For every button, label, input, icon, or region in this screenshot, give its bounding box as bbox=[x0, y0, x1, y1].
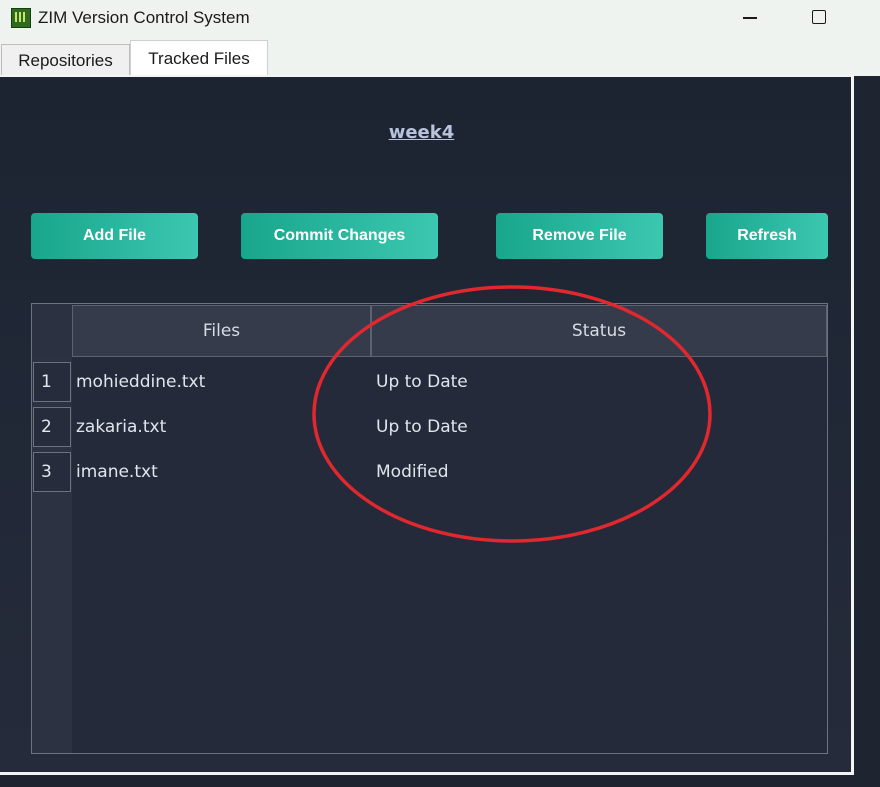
app-icon bbox=[11, 8, 31, 28]
status-cell[interactable]: Modified bbox=[376, 452, 816, 492]
row-number[interactable]: 1 bbox=[33, 362, 71, 402]
file-cell[interactable]: mohieddine.txt bbox=[76, 362, 366, 402]
column-header-files[interactable]: Files bbox=[72, 305, 371, 357]
title-bar: ZIM Version Control System bbox=[0, 0, 880, 40]
tracked-files-table: Files Status 1 mohieddine.txt Up to Date… bbox=[31, 303, 828, 754]
refresh-button[interactable]: Refresh bbox=[706, 213, 828, 259]
window-title: ZIM Version Control System bbox=[38, 8, 250, 27]
minimize-icon[interactable] bbox=[743, 17, 757, 19]
file-cell[interactable]: zakaria.txt bbox=[76, 407, 366, 447]
maximize-icon[interactable] bbox=[812, 10, 826, 24]
add-file-button[interactable]: Add File bbox=[31, 213, 198, 259]
status-cell[interactable]: Up to Date bbox=[376, 362, 816, 402]
remove-file-button[interactable]: Remove File bbox=[496, 213, 663, 259]
file-cell[interactable]: imane.txt bbox=[76, 452, 366, 492]
table-corner[interactable] bbox=[32, 304, 72, 358]
row-number[interactable]: 3 bbox=[33, 452, 71, 492]
row-number[interactable]: 2 bbox=[33, 407, 71, 447]
status-cell[interactable]: Up to Date bbox=[376, 407, 816, 447]
tab-repositories[interactable]: Repositories bbox=[1, 44, 130, 76]
commit-changes-button[interactable]: Commit Changes bbox=[241, 213, 438, 259]
tab-tracked-files[interactable]: Tracked Files bbox=[130, 40, 268, 76]
repository-name[interactable]: week4 bbox=[0, 122, 843, 143]
column-header-status[interactable]: Status bbox=[371, 305, 827, 357]
